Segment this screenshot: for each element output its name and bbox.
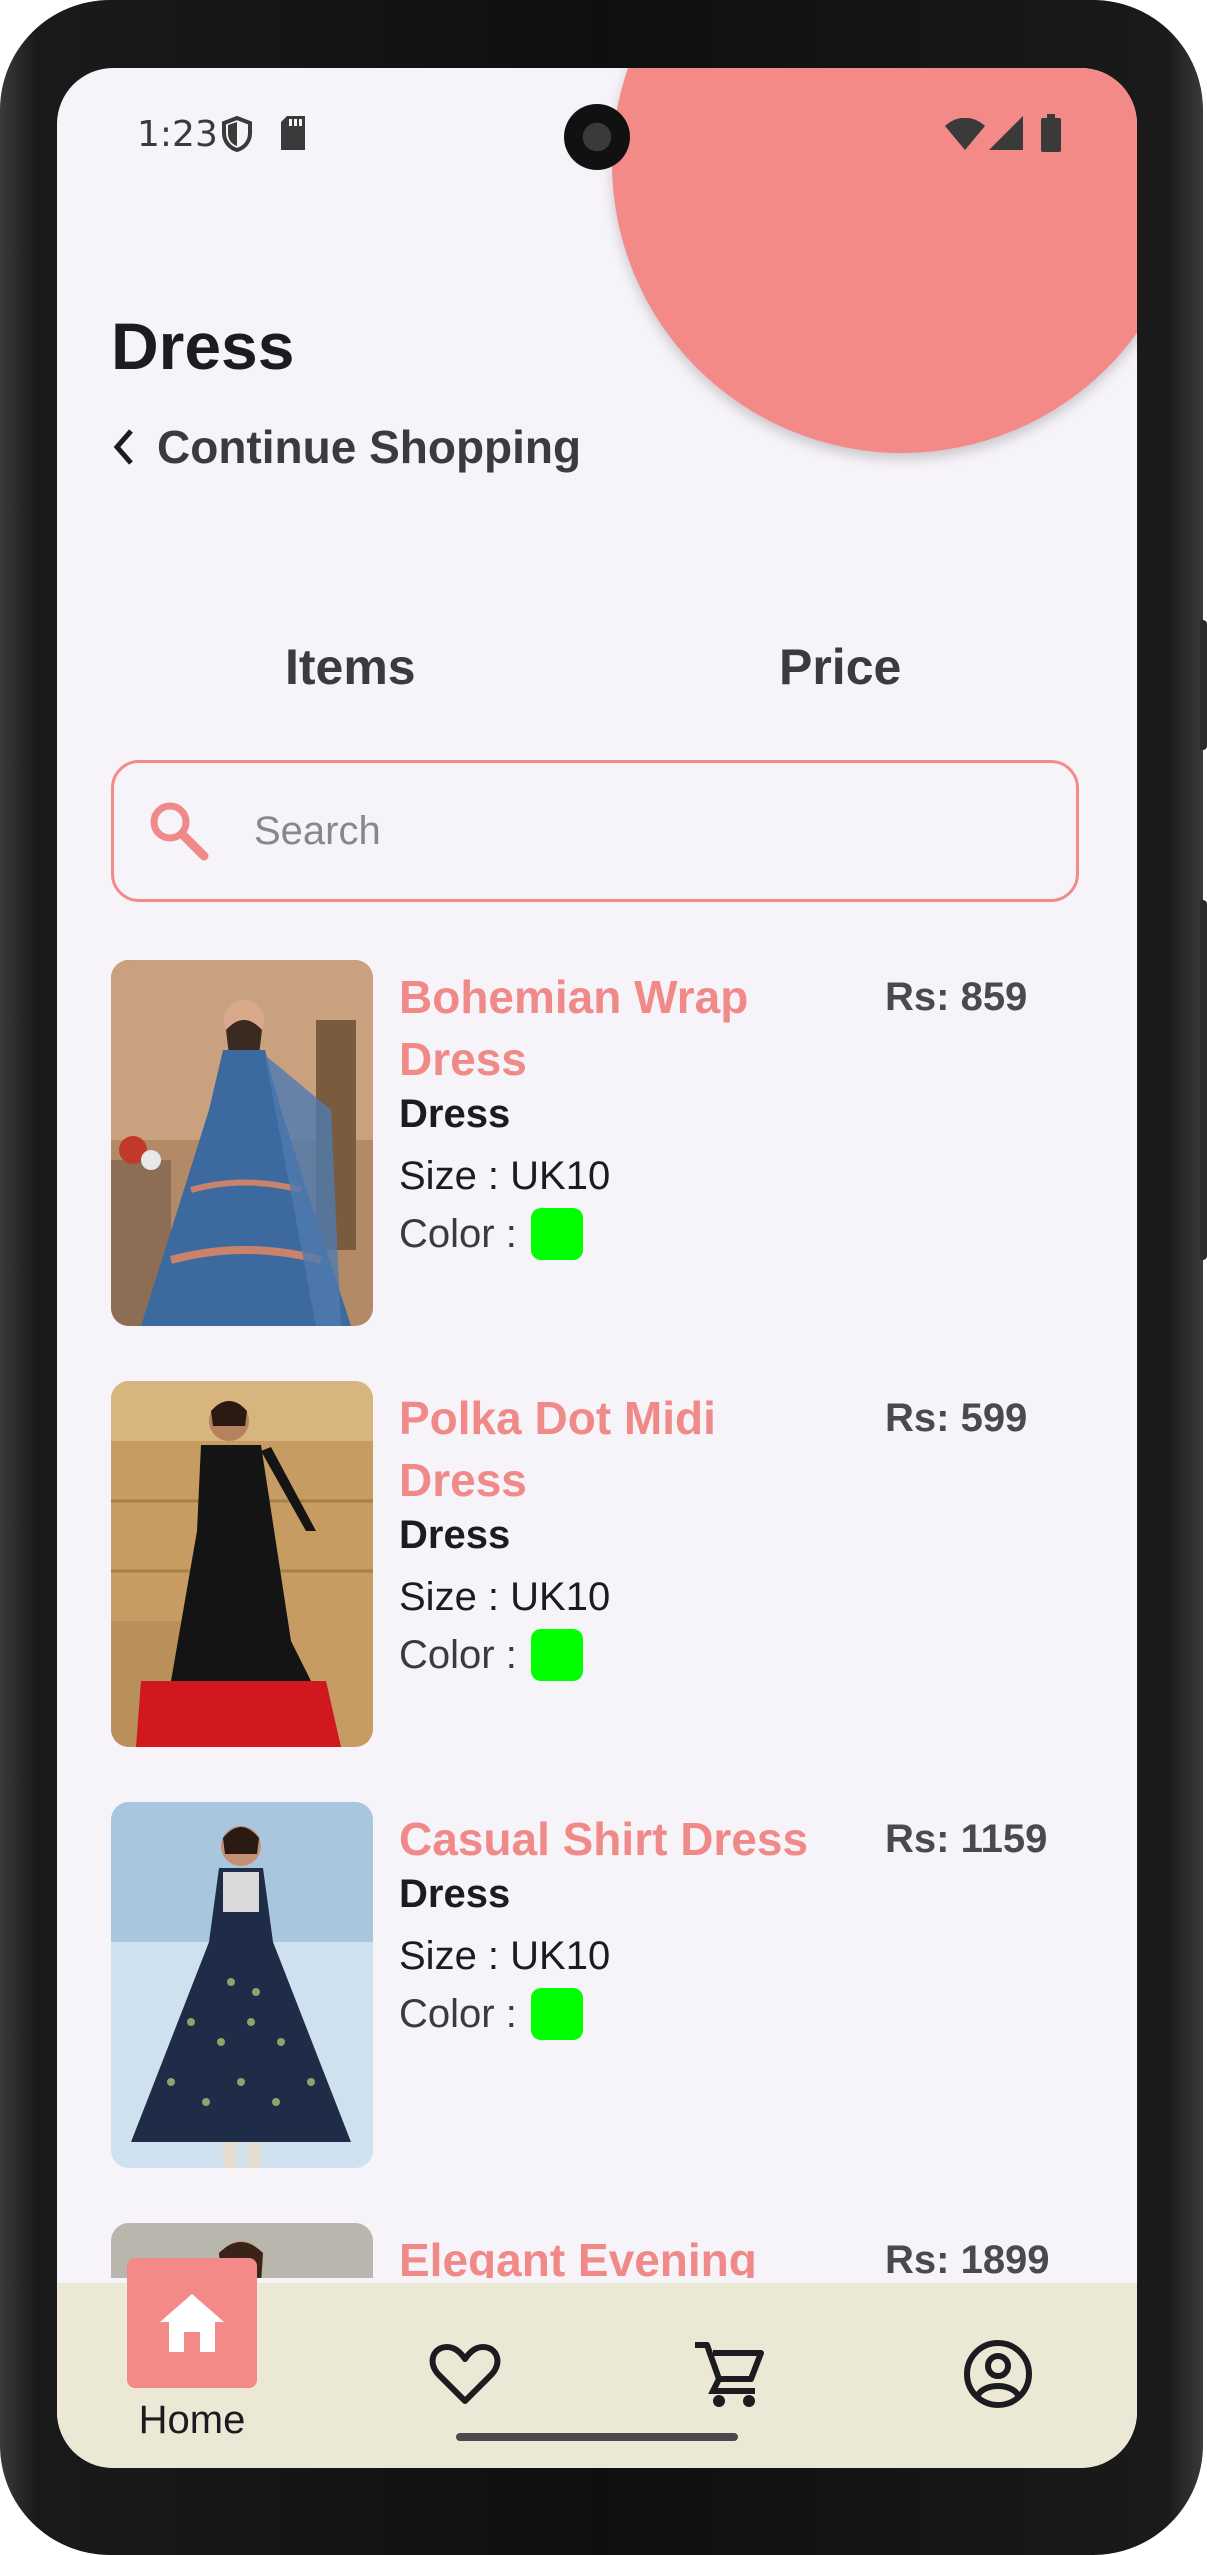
product-color-label: Color :: [399, 1991, 517, 2036]
color-swatch: [530, 1629, 583, 1681]
product-color-label: Color :: [399, 1211, 517, 1256]
cart-icon[interactable]: [693, 2339, 765, 2409]
product-image: [111, 960, 373, 1326]
product-card[interactable]: Bohemian Wrap Dress Rs: 859 Dress Size :…: [111, 960, 1091, 1330]
product-name: Polka Dot Midi Dress: [399, 1392, 716, 1506]
product-card[interactable]: Casual Shirt Dress Rs: 1159 Dress Size :…: [111, 1802, 1091, 2172]
color-swatch: [530, 1988, 583, 2040]
product-image: [111, 1381, 373, 1747]
product-color: Color :: [399, 1988, 583, 2040]
color-swatch: [530, 1208, 583, 1260]
product-size: Size : UK10: [399, 1154, 611, 1198]
account-icon[interactable]: [963, 2339, 1033, 2409]
product-size: Size : UK10: [399, 1934, 611, 1978]
power-button: [1200, 620, 1207, 750]
nav-home-label: Home: [138, 2398, 246, 2442]
bottom-nav: Home: [57, 2258, 1137, 2468]
product-size: Size : UK10: [399, 1575, 611, 1619]
product-price: Rs: 1899: [885, 2238, 1050, 2278]
product-category: Dress: [399, 1092, 511, 1136]
product-category: Dress: [399, 1872, 511, 1916]
product-name: Bohemian Wrap Dress: [399, 971, 749, 1085]
product-name: Casual Shirt Dress: [399, 1813, 809, 1865]
product-card[interactable]: Elegant Evening Rs: 1899: [111, 2223, 1091, 2278]
product-price: Rs: 859: [885, 975, 1028, 1019]
product-color-label: Color :: [399, 1632, 517, 1677]
volume-button: [1200, 900, 1207, 1260]
product-price: Rs: 1159: [885, 1817, 1048, 1861]
product-card[interactable]: Polka Dot Midi Dress Rs: 599 Dress Size …: [111, 1381, 1091, 1751]
product-color: Color :: [399, 1629, 583, 1681]
product-price: Rs: 599: [885, 1396, 1028, 1440]
product-category: Dress: [399, 1513, 511, 1557]
home-icon: [160, 2294, 224, 2352]
product-name: Elegant Evening: [399, 2234, 757, 2278]
product-color: Color :: [399, 1208, 583, 1260]
app-screen: 1:23 Dress Continue Shopping Items Price: [57, 68, 1137, 2468]
nav-home-button[interactable]: [127, 2258, 257, 2388]
product-image: [111, 1802, 373, 2168]
gesture-bar[interactable]: [456, 2433, 738, 2441]
product-list: Bohemian Wrap Dress Rs: 859 Dress Size :…: [57, 68, 1137, 2278]
heart-icon[interactable]: [429, 2341, 501, 2407]
